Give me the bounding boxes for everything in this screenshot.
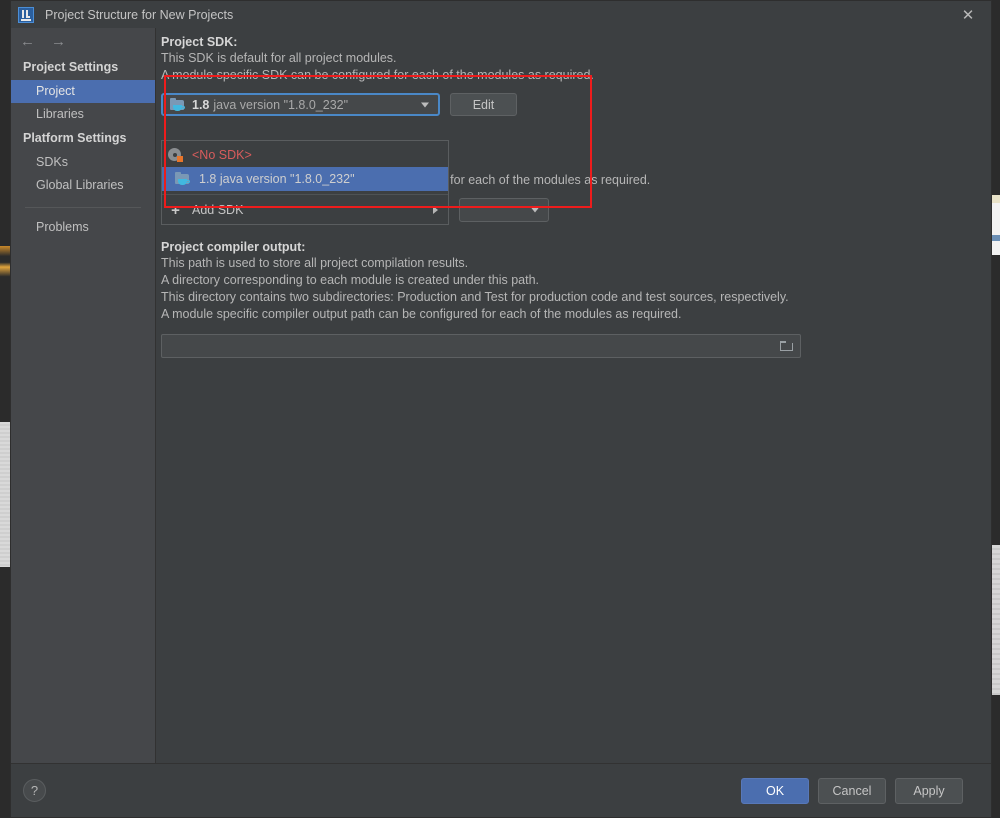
dropdown-item-jdk-1-8[interactable]: 1.8 java version "1.8.0_232" [162,167,448,191]
project-language-level-combo[interactable] [459,198,549,222]
sidebar-item-global-libraries[interactable]: Global Libraries [11,174,155,197]
dropdown-item-add-sdk-label: Add SDK [192,203,244,217]
dropdown-item-no-sdk[interactable]: <No SDK> [162,143,448,167]
dropdown-item-no-sdk-label: <No SDK> [192,148,252,162]
background-ide-left-strip [0,0,10,818]
compiler-output-heading: Project compiler output: [161,240,306,254]
compiler-output-description-line-1: This path is used to store all project c… [161,256,469,270]
chevron-down-icon [421,102,429,107]
cancel-button[interactable]: Cancel [818,777,886,804]
java-sdk-folder-icon [175,172,190,185]
project-compiler-output-section: Project compiler output: This path is us… [161,240,979,358]
background-popup-sliver-right [992,195,1000,255]
project-sdk-combo-label: java version "1.8.0_232" [213,97,349,112]
edit-sdk-button[interactable]: Edit [450,93,517,116]
lang-level-desc-tail: for each of the modules as required. [450,173,651,187]
project-sdk-combo-version: 1.8 [192,97,210,112]
compiler-output-description-line-3: This directory contains two subdirectori… [161,290,789,304]
arrow-left-icon[interactable]: ← [20,34,35,49]
no-sdk-icon [168,148,183,162]
project-sdk-combo[interactable]: 1.8 java version "1.8.0_232" [161,93,440,116]
arrow-right-icon[interactable]: → [51,34,66,49]
apply-button[interactable]: Apply [895,777,963,804]
compiler-output-description-line-4: A module specific compiler output path c… [161,307,682,321]
project-sdk-dropdown-popup: <No SDK> 1.8 java version "1.8.0_232" + … [161,140,449,225]
project-structure-dialog: Project Structure for New Projects ✕ ← →… [10,0,992,818]
dialog-body: ← → Project Settings Project Libraries P… [11,28,991,764]
footer-button-group: OK Cancel Apply [741,777,963,804]
sidebar-divider [25,207,141,208]
compiler-output-description-line-2: A directory corresponding to each module… [161,273,539,287]
chevron-right-icon [433,206,438,214]
java-sdk-folder-icon [170,97,185,111]
dialog-footer: ? OK Cancel Apply [11,763,991,817]
project-sdk-description-line-2: A module specific SDK can be configured … [161,68,594,82]
close-icon[interactable]: ✕ [945,1,991,28]
help-button[interactable]: ? [23,779,46,802]
background-editor-sliver-right [992,545,1000,695]
project-sdk-row: 1.8 java version "1.8.0_232" Edit [161,93,991,116]
ok-button[interactable]: OK [741,777,809,804]
background-ide-right-strip [992,0,1000,818]
sidebar-item-problems[interactable]: Problems [11,216,155,239]
settings-sidebar: ← → Project Settings Project Libraries P… [11,28,156,764]
dropdown-item-jdk-1-8-label: 1.8 java version "1.8.0_232" [199,172,355,186]
dialog-title: Project Structure for New Projects [45,7,234,22]
compiler-output-path-input[interactable] [161,334,801,358]
sidebar-item-project[interactable]: Project [11,80,155,103]
folder-browse-icon[interactable] [774,336,799,356]
dropdown-item-add-sdk[interactable]: + Add SDK [162,198,448,222]
chevron-down-icon [531,207,539,213]
sidebar-group-platform-settings: Platform Settings [23,131,127,145]
dropdown-divider [162,194,448,195]
sidebar-nav-bar: ← → [11,28,155,55]
sidebar-item-libraries[interactable]: Libraries [11,103,155,126]
sidebar-group-project-settings: Project Settings [23,60,119,74]
background-editor-sliver-left [0,422,10,567]
sidebar-item-sdks[interactable]: SDKs [11,151,155,174]
intellij-idea-icon [18,6,34,23]
project-sdk-description-line-1: This SDK is default for all project modu… [161,51,397,65]
project-settings-content: Project SDK: This SDK is default for all… [156,28,991,764]
plus-icon: + [171,201,180,219]
background-toolwindow-icons [0,246,10,280]
project-sdk-heading: Project SDK: [161,35,238,49]
dialog-title-bar: Project Structure for New Projects ✕ [11,1,991,29]
